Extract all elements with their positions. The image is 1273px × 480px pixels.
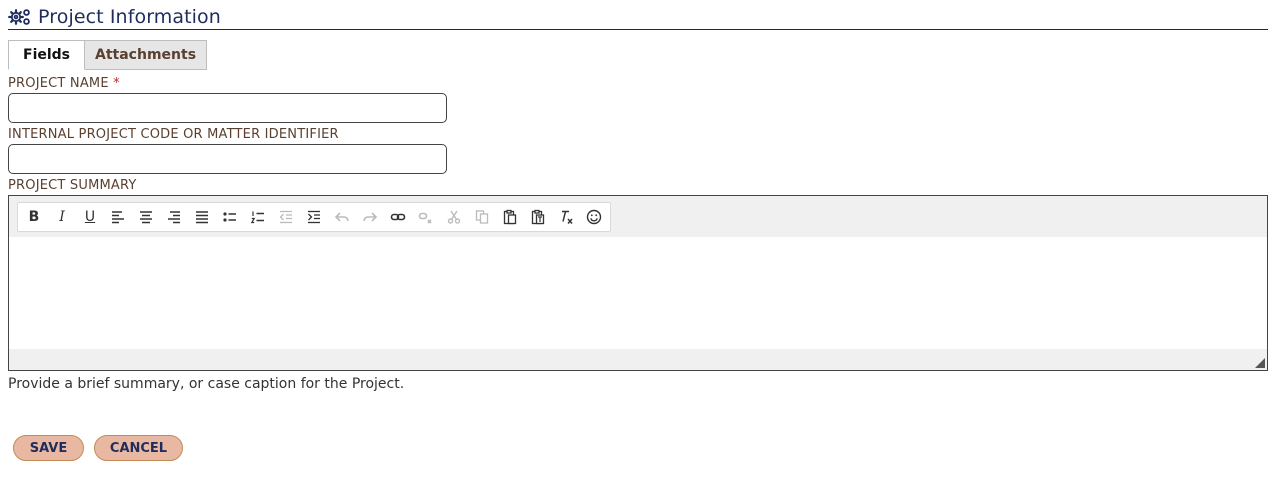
bold-icon[interactable]: B bbox=[20, 203, 48, 231]
align-left-icon[interactable] bbox=[104, 203, 132, 231]
redo-icon[interactable] bbox=[356, 203, 384, 231]
tab-fields[interactable]: Fields bbox=[8, 40, 86, 70]
bulleted-list-icon[interactable] bbox=[216, 203, 244, 231]
project-name-input[interactable] bbox=[8, 93, 447, 123]
align-right-icon[interactable] bbox=[160, 203, 188, 231]
resize-handle-icon[interactable] bbox=[1255, 358, 1265, 368]
section-header: Project Information bbox=[8, 4, 1268, 30]
tab-attachments[interactable]: Attachments bbox=[85, 40, 208, 70]
tab-bar: Fields Attachments bbox=[8, 40, 208, 70]
editor-content-area[interactable] bbox=[9, 237, 1267, 349]
project-code-input[interactable] bbox=[8, 144, 447, 174]
align-justify-icon[interactable] bbox=[188, 203, 216, 231]
italic-icon[interactable]: I bbox=[48, 203, 76, 231]
required-marker: * bbox=[113, 76, 120, 91]
indent-icon[interactable] bbox=[300, 203, 328, 231]
paste-icon[interactable] bbox=[496, 203, 524, 231]
undo-icon[interactable] bbox=[328, 203, 356, 231]
link-icon[interactable] bbox=[384, 203, 412, 231]
cut-icon[interactable] bbox=[440, 203, 468, 231]
emoji-icon[interactable] bbox=[580, 203, 608, 231]
unlink-icon[interactable] bbox=[412, 203, 440, 231]
save-button[interactable]: SAVE bbox=[13, 435, 84, 461]
gears-icon bbox=[8, 8, 30, 25]
project-information-page: Project Information Fields Attachments P… bbox=[0, 0, 1273, 480]
project-summary-help-text: Provide a brief summary, or case caption… bbox=[8, 376, 405, 392]
editor-toolbar: B I U bbox=[17, 202, 611, 232]
cancel-button[interactable]: CANCEL bbox=[94, 435, 183, 461]
paste-text-icon[interactable] bbox=[524, 203, 552, 231]
remove-format-icon[interactable] bbox=[552, 203, 580, 231]
copy-icon[interactable] bbox=[468, 203, 496, 231]
project-name-label-text: PROJECT NAME bbox=[8, 76, 109, 91]
outdent-icon[interactable] bbox=[272, 203, 300, 231]
rich-text-editor: B I U bbox=[8, 195, 1268, 371]
align-center-icon[interactable] bbox=[132, 203, 160, 231]
project-name-label: PROJECT NAME * bbox=[8, 76, 120, 91]
page-title: Project Information bbox=[38, 5, 221, 28]
underline-icon[interactable]: U bbox=[76, 203, 104, 231]
project-summary-label: PROJECT SUMMARY bbox=[8, 178, 137, 193]
numbered-list-icon[interactable] bbox=[244, 203, 272, 231]
project-code-label: INTERNAL PROJECT CODE OR MATTER IDENTIFI… bbox=[8, 127, 339, 142]
